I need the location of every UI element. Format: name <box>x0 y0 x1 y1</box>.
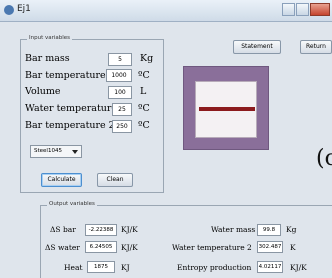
close-icon[interactable] <box>310 3 330 16</box>
water-temperature-2-output: 302.487 <box>257 241 283 253</box>
container-diagram <box>183 66 269 150</box>
app-icon <box>4 5 14 15</box>
volume-unit: L <box>140 86 147 97</box>
output-panel-legend: Output variables <box>47 201 97 207</box>
delta-s-bar-output: -2.22388 <box>85 224 117 236</box>
heat-label: Heat <box>64 263 83 272</box>
heat-unit: KJ <box>121 263 130 272</box>
material-dropdown-value: Steel1045 <box>34 148 62 154</box>
bar-temperature-2-label: Bar temperature 2 <box>25 120 115 131</box>
water-chamber <box>195 81 257 138</box>
clipped-label: (c <box>316 146 332 171</box>
water-mass-output: 99.8 <box>257 224 281 236</box>
entropy-production-label: Entropy production <box>177 263 252 272</box>
bar-temperature-2-unit: ºC <box>138 120 150 131</box>
entropy-production-output: 4.02117 <box>257 261 283 273</box>
water-mass-label: Water mass <box>211 225 256 234</box>
bar-temperature-label: Bar temperature <box>25 70 106 81</box>
statement-button[interactable]: Statement <box>233 40 281 54</box>
water-temperature-2-unit: K <box>290 243 296 252</box>
delta-s-bar-label: ΔS bar <box>50 225 76 234</box>
bar-mass-input[interactable]: 5 <box>108 53 132 66</box>
water-temperature-input[interactable]: 25 <box>112 103 132 116</box>
chevron-down-icon <box>72 150 78 154</box>
delta-s-bar-unit: KJ/K <box>121 225 138 234</box>
delta-s-water-label: ΔS water <box>45 243 80 252</box>
window-title: Ej1 <box>17 4 31 14</box>
input-panel-legend: Input variables <box>27 35 73 41</box>
delta-s-water-output: 6.24505 <box>85 241 117 253</box>
delta-s-water-unit: KJ/K <box>121 243 138 252</box>
water-temperature-label: Water temperature <box>25 103 118 114</box>
bar-temperature-2-input[interactable]: 250 <box>112 120 132 133</box>
clean-button[interactable]: Clean <box>97 173 133 187</box>
material-dropdown[interactable]: Steel1045 <box>30 145 82 158</box>
window-titlebar: Ej1 <box>0 0 332 22</box>
bar-mass-unit: Kg <box>140 53 154 64</box>
water-mass-unit: Kg <box>286 225 297 234</box>
minimize-icon[interactable] <box>282 3 295 16</box>
water-temperature-unit: ºC <box>138 103 150 114</box>
bar-temperature-unit: ºC <box>138 70 150 81</box>
window-controls <box>281 3 330 16</box>
calculate-button[interactable]: Calculate <box>41 173 82 187</box>
maximize-icon[interactable] <box>296 3 309 16</box>
water-temperature-2-label: Water temperature 2 <box>172 243 252 252</box>
metal-bar <box>199 107 255 111</box>
volume-input[interactable]: 100 <box>108 86 132 99</box>
heat-output: 1875 <box>87 261 115 273</box>
bar-mass-label: Bar mass <box>25 53 70 64</box>
volume-label: Volume <box>25 86 61 97</box>
entropy-production-unit: KJ/K <box>290 263 307 272</box>
return-button[interactable]: Return <box>300 40 332 54</box>
bar-temperature-input[interactable]: 1000 <box>106 69 132 82</box>
